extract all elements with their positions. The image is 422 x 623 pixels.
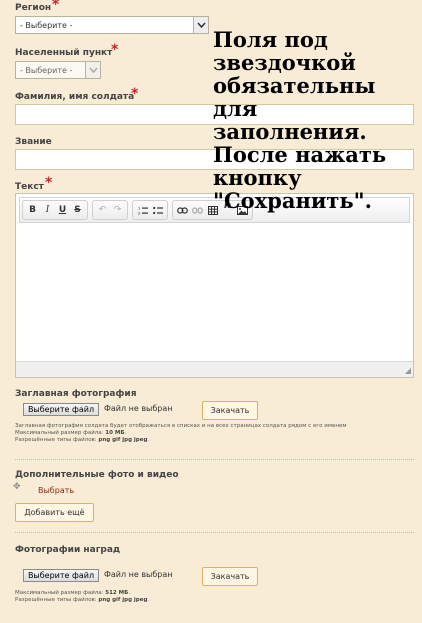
svg-text:1: 1 [138, 206, 140, 210]
region-required-mark: * [52, 0, 60, 13]
locality-select-value: - Выберите - [20, 65, 73, 75]
underline-button[interactable]: U [55, 202, 70, 218]
chevron-down-icon[interactable] [85, 62, 100, 78]
region-select[interactable]: - Выберите - [15, 16, 209, 34]
bullet-list-icon[interactable] [150, 202, 165, 218]
awards-photo-hint-size: Максимальный размер файла: 512 МБ. [15, 590, 131, 596]
extra-media-select-link[interactable]: Выбрать [38, 486, 74, 495]
link-icon[interactable] [175, 202, 190, 218]
locality-required-mark: * [111, 42, 119, 58]
add-more-button[interactable]: Добавить ещё [15, 503, 94, 522]
section-divider [15, 532, 414, 533]
main-photo-upload-button[interactable]: Закачать [202, 401, 258, 420]
editor-statusbar: ◢ [16, 361, 413, 377]
svg-text:2: 2 [138, 211, 140, 215]
chevron-down-icon[interactable] [193, 17, 208, 33]
locality-label: Населенный пункт [15, 48, 113, 58]
italic-button[interactable]: I [40, 202, 55, 218]
redo-icon[interactable]: ↷ [110, 202, 125, 218]
main-photo-title: Заглавная фотография [15, 389, 137, 399]
main-photo-file-status: Файл не выбран [104, 404, 173, 413]
soldier-name-required-mark: * [131, 86, 139, 102]
main-photo-hint: Заглавная фотография солдата будет отобр… [15, 423, 415, 444]
text-label: Текст [15, 182, 44, 192]
region-select-value: - Выберите - [20, 20, 73, 30]
extra-media-title: Дополнительные фото и видео [15, 470, 179, 480]
region-label: Регион [15, 3, 52, 13]
section-divider [15, 459, 414, 460]
soldier-name-label: Фамилия, имя солдата [15, 92, 135, 102]
main-photo-hint-desc: Заглавная фотография солдата будет отобр… [15, 423, 347, 429]
awards-photo-upload-button[interactable]: Закачать [202, 567, 258, 586]
history-group: ↶ ↷ [92, 200, 128, 220]
main-photo-hint-size: Максимальный размер файла: 10 МБ. [15, 430, 127, 436]
text-editor[interactable]: B I U S ↶ ↷ 12 ” ◢ [15, 193, 414, 378]
drag-handle-icon[interactable]: ✥ [13, 482, 21, 492]
list-group: 12 [132, 200, 168, 220]
awards-photo-hint-types: Разрешённые типы файлов: png gif jpg jpe… [15, 597, 150, 603]
unlink-icon[interactable] [190, 202, 205, 218]
rank-label: Звание [15, 137, 52, 147]
awards-photo-file-status: Файл не выбран [104, 570, 173, 579]
main-photo-choose-button[interactable]: Выберите файл [23, 403, 99, 416]
ordered-list-icon[interactable]: 12 [135, 202, 150, 218]
awards-photo-title: Фотографии наград [15, 545, 121, 555]
strike-button[interactable]: S [70, 202, 85, 218]
main-photo-hint-types: Разрешённые типы файлов: png gif jpg jpe… [15, 437, 150, 443]
awards-photo-choose-button[interactable]: Выберите файл [23, 569, 99, 582]
awards-photo-hint: Максимальный размер файла: 512 МБ. Разре… [15, 590, 415, 604]
text-required-mark: * [45, 175, 53, 191]
bold-button[interactable]: B [25, 202, 40, 218]
resize-grip-icon[interactable]: ◢ [405, 366, 411, 375]
undo-icon[interactable]: ↶ [95, 202, 110, 218]
required-fields-note: Поля под звездочкой обязательны для запо… [213, 27, 387, 213]
locality-select[interactable]: - Выберите - [15, 61, 101, 79]
format-group: B I U S [22, 200, 88, 220]
